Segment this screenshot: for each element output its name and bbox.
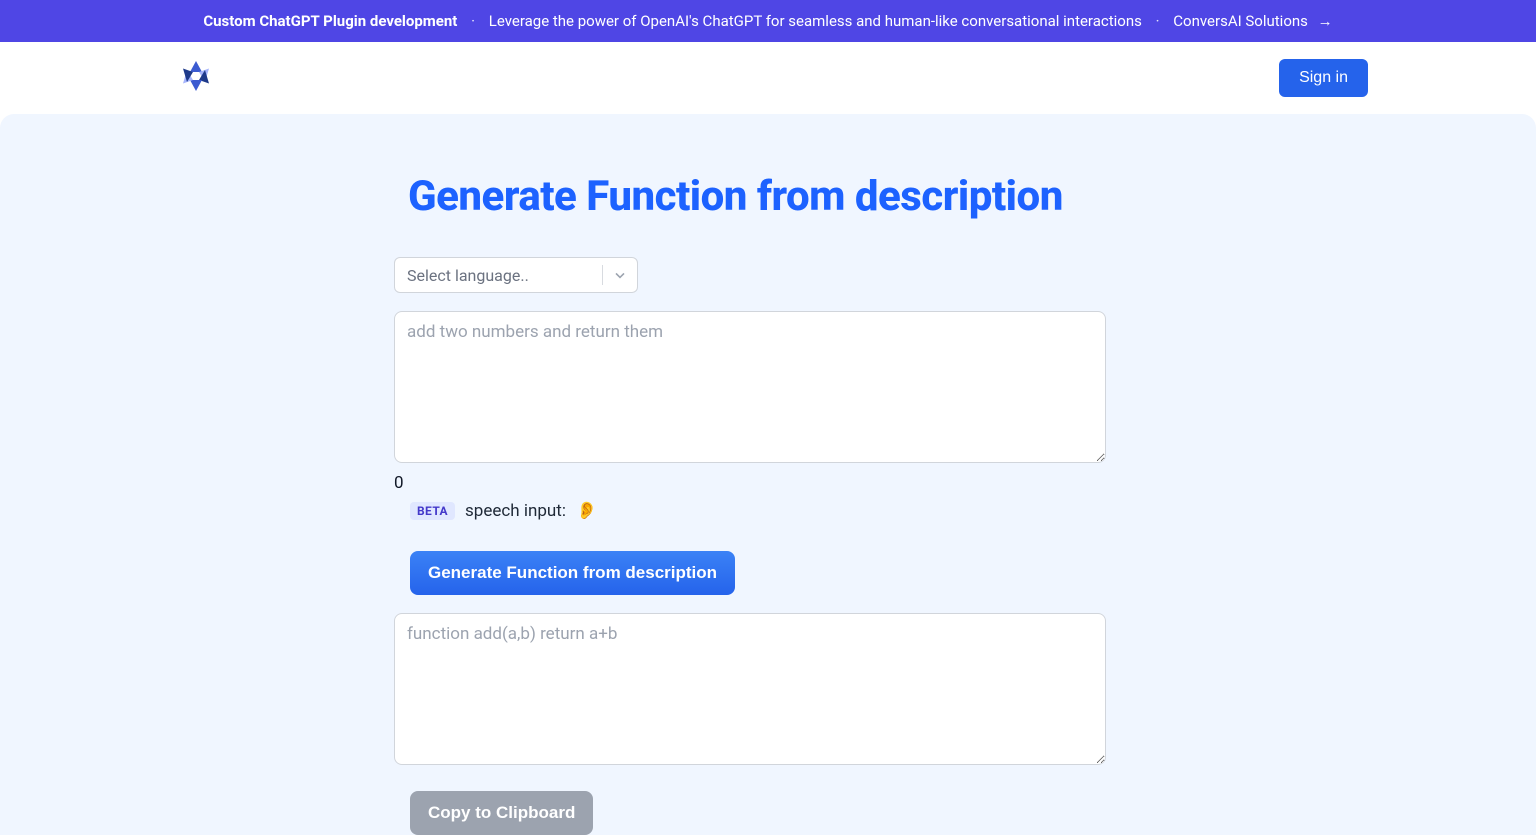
language-select[interactable]: Select language.. <box>394 257 638 293</box>
speech-input-row: BETA speech input: 👂 <box>410 501 1106 521</box>
banner-cta: ConversAI Solutions <box>1173 12 1308 30</box>
banner-separator-1: · <box>471 12 475 30</box>
sign-in-button[interactable]: Sign in <box>1279 59 1368 97</box>
page-title: Generate Function from description <box>408 172 1106 221</box>
logo[interactable] <box>176 56 216 100</box>
banner-link[interactable]: Custom ChatGPT Plugin development · Leve… <box>203 12 1332 30</box>
logo-icon <box>176 56 216 96</box>
banner-separator-2: · <box>1156 12 1160 30</box>
banner-headline: Custom ChatGPT Plugin development <box>203 12 457 30</box>
generate-button[interactable]: Generate Function from description <box>410 551 735 595</box>
copy-to-clipboard-button[interactable]: Copy to Clipboard <box>410 791 593 835</box>
content-column: Generate Function from description Selec… <box>394 172 1106 835</box>
language-select-placeholder: Select language.. <box>395 266 602 285</box>
output-textarea[interactable] <box>394 613 1106 765</box>
promo-banner: Custom ChatGPT Plugin development · Leve… <box>0 0 1536 42</box>
beta-badge: BETA <box>410 502 455 520</box>
char-counter: 0 <box>394 473 1106 493</box>
ear-icon[interactable]: 👂 <box>576 501 597 521</box>
chevron-down-icon <box>603 267 637 283</box>
main-area: Generate Function from description Selec… <box>0 114 1536 835</box>
banner-subline: Leverage the power of OpenAI's ChatGPT f… <box>489 12 1142 30</box>
speech-input-label: speech input: <box>465 501 566 521</box>
arrow-right-icon: → <box>1318 12 1333 30</box>
header: Sign in <box>168 42 1368 114</box>
description-input[interactable] <box>394 311 1106 463</box>
